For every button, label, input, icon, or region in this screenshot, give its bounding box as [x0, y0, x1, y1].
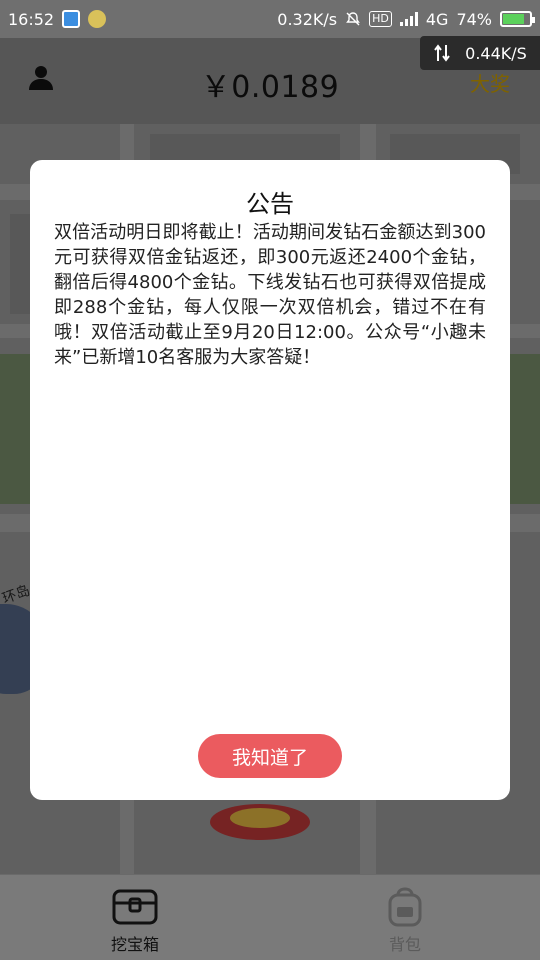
dialog-body: 双倍活动明日即将截止！活动期间发钻石金额达到300元可获得双倍金钻返还，即300…: [54, 222, 486, 368]
status-net-speed: 0.32K/s: [277, 9, 338, 29]
mute-bell-icon: [346, 12, 361, 26]
battery-percent: 74%: [456, 9, 492, 29]
app-notification-icon: [88, 10, 107, 28]
backpack-icon: [388, 887, 422, 927]
hd-badge: HD: [369, 11, 392, 27]
signal-icon: [399, 12, 418, 26]
acknowledge-button[interactable]: 我知道了: [198, 734, 342, 778]
announcement-dialog: 公告 双倍活动明日即将截止！活动期间发钻石金额达到300元可获得双倍金钻返还，即…: [30, 160, 510, 800]
bottom-nav: 挖宝箱 背包: [0, 874, 540, 960]
status-bar: 16:52 0.32K/s HD 4G 74%: [0, 0, 540, 38]
tab-backpack[interactable]: 背包: [270, 875, 540, 960]
dialog-title: 公告: [246, 190, 294, 218]
tab-backpack-label: 背包: [388, 935, 421, 954]
tab-treasure-label: 挖宝箱: [110, 935, 159, 954]
network-type: 4G: [425, 9, 449, 29]
battery-icon: [500, 11, 535, 27]
swap-vert-icon: [434, 44, 450, 62]
app-screen: 16:52 0.32K/s HD 4G 74% ￥0.0189 大奖 环岛 0.…: [0, 0, 540, 960]
treasure-chest-icon: [112, 889, 158, 925]
speed-value: 0.44K/S: [465, 43, 527, 63]
tab-treasure[interactable]: 挖宝箱: [0, 875, 270, 960]
speed-overlay: 0.44K/S: [420, 36, 540, 70]
status-time: 16:52: [8, 9, 55, 29]
sim-icon: [62, 10, 81, 28]
